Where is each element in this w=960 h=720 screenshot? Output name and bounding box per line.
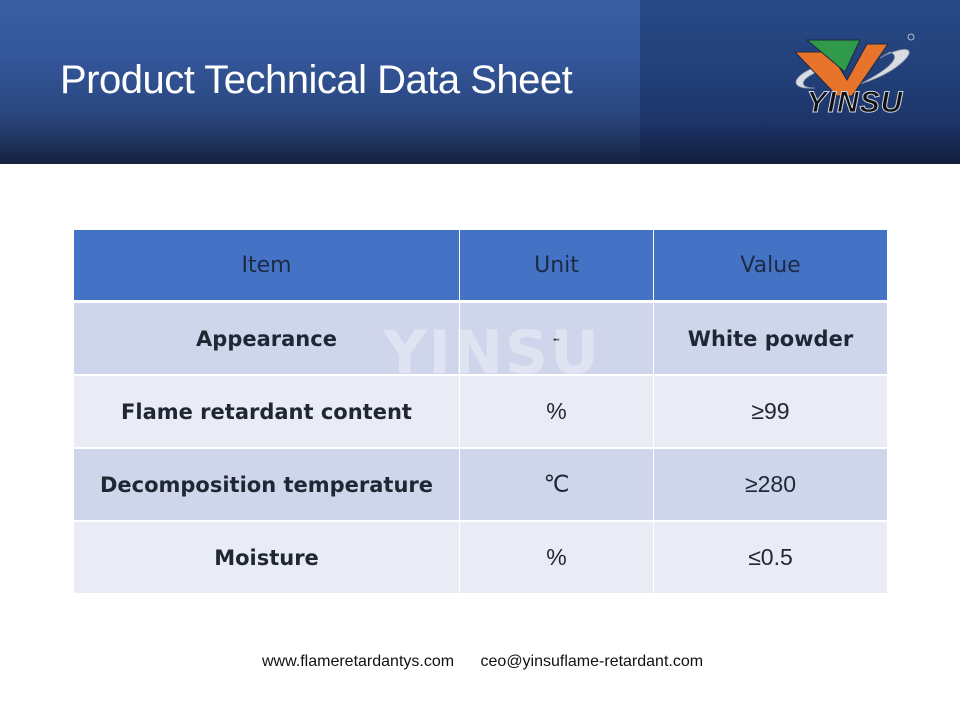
technical-data-table: Item Unit Value Appearance - White powde… — [73, 230, 888, 595]
cell-item: Appearance — [73, 301, 460, 376]
table-row: Flame retardant content % ≥99 — [73, 375, 888, 449]
website-link[interactable]: www.flameretardantys.com — [262, 653, 454, 670]
registered-mark-icon — [907, 33, 915, 41]
cell-value: ≤0.5 — [653, 521, 888, 595]
table-row: Decomposition temperature ℃ ≥280 — [73, 448, 888, 522]
cell-item: Flame retardant content — [73, 375, 460, 449]
table-row: Moisture % ≤0.5 — [73, 521, 888, 595]
page-title: Product Technical Data Sheet — [60, 58, 573, 102]
column-header-item: Item — [73, 230, 460, 303]
cell-value: ≥280 — [653, 448, 888, 522]
table-row: Appearance - White powder — [73, 301, 888, 376]
cell-item: Moisture — [73, 521, 460, 595]
cell-value: White powder — [653, 301, 888, 376]
cell-value: ≥99 — [653, 375, 888, 449]
cell-unit: - — [459, 301, 654, 376]
header-banner: Product Technical Data Sheet YINSU — [0, 0, 960, 164]
footer-contact: www.flameretardantys.com ceo@yinsuflame-… — [262, 653, 703, 671]
table-header-row: Item Unit Value — [73, 230, 888, 303]
cell-unit: ℃ — [459, 448, 654, 522]
logo-text: YINSU — [806, 86, 904, 120]
cell-item: Decomposition temperature — [73, 448, 460, 522]
email-link[interactable]: ceo@yinsuflame-retardant.com — [481, 653, 704, 670]
column-header-unit: Unit — [459, 230, 654, 303]
cell-unit: % — [459, 375, 654, 449]
cell-unit: % — [459, 521, 654, 595]
column-header-value: Value — [653, 230, 888, 303]
